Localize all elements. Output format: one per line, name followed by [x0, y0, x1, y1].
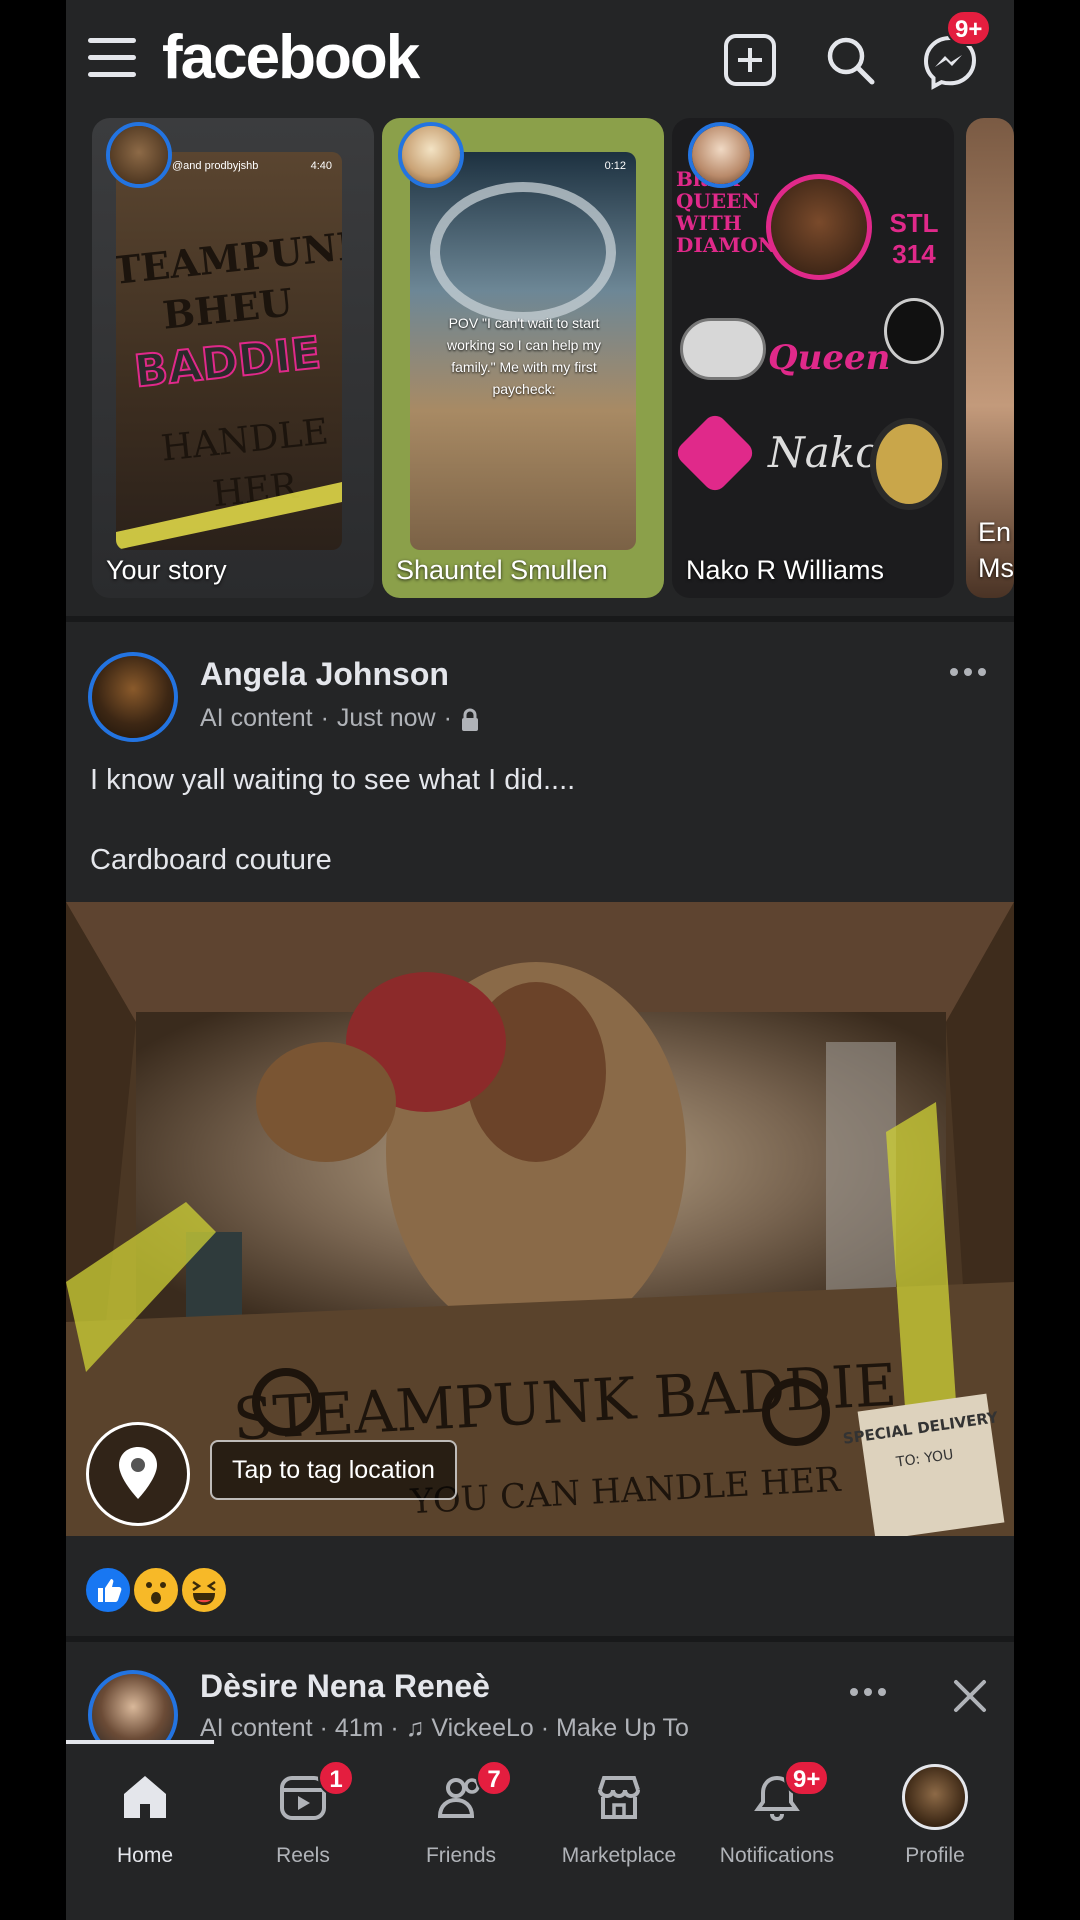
ai-content-label[interactable]: AI content — [200, 704, 313, 733]
story-avatar — [688, 122, 754, 188]
next-post-meta: AI content · 41m · ♫ VickeeLo · Make Up … — [200, 1714, 689, 1742]
like-icon — [84, 1566, 132, 1614]
profile-avatar — [902, 1764, 968, 1830]
svg-text:HANDLE: HANDLE — [159, 411, 330, 469]
story-thumbnail: STEAMPUNK BHEU BADDIE HANDLE HER @and pr… — [116, 152, 342, 550]
post-meta: AI content · Just now · — [200, 704, 480, 733]
tab-friends[interactable]: 7 Friends — [382, 1760, 540, 1902]
story-avatar — [106, 122, 172, 188]
haha-icon — [180, 1566, 228, 1614]
next-post-author-name[interactable]: Dèsire Nena Reneè — [200, 1668, 490, 1705]
svg-text:BHEU: BHEU — [161, 279, 295, 337]
messenger-badge: 9+ — [946, 10, 992, 46]
divider — [66, 1636, 1014, 1642]
stories-row[interactable]: STEAMPUNK BHEU BADDIE HANDLE HER @and pr… — [66, 118, 1014, 606]
tag-location-tooltip[interactable]: Tap to tag location — [210, 1440, 457, 1500]
tab-profile[interactable]: Profile — [856, 1762, 1014, 1902]
story-thumbnail: POV "I can't wait to start working so I … — [410, 152, 636, 550]
lock-icon — [460, 708, 480, 731]
facebook-logo: facebook — [162, 23, 420, 92]
menu-icon[interactable] — [88, 38, 136, 78]
story-avatar — [398, 122, 464, 188]
post-author-avatar[interactable] — [88, 652, 178, 742]
bottom-navigation: Home 1 Reels 7 Friends Marketplace 9+ No… — [66, 1740, 1014, 1920]
wow-icon — [132, 1566, 180, 1614]
story-thumbnail: Black QUEEN WITH DIAMONDS STL 314 Queen … — [672, 168, 954, 538]
location-pin-icon[interactable] — [86, 1422, 190, 1526]
search-icon[interactable] — [824, 34, 876, 86]
tab-marketplace[interactable]: Marketplace — [540, 1762, 698, 1902]
home-icon — [118, 1770, 172, 1824]
story-name: Nako R Williams — [686, 555, 885, 585]
tab-reels[interactable]: 1 Reels — [224, 1760, 382, 1902]
post-time: Just now — [336, 704, 436, 732]
story-name: Shauntel Smullen — [396, 555, 608, 585]
post-author-name[interactable]: Angela Johnson — [200, 656, 449, 693]
divider — [66, 616, 1014, 622]
story-card-your-story[interactable]: STEAMPUNK BHEU BADDIE HANDLE HER @and pr… — [92, 118, 374, 598]
post-image[interactable]: STEAMPUNK BADDIE YOU CAN HANDLE HER SPEC… — [66, 902, 1014, 1536]
post-text: I know yall waiting to see what I did...… — [90, 764, 576, 796]
story-card-shauntel[interactable]: POV "I can't wait to start working so I … — [382, 118, 664, 598]
svg-text:STEAMPUNK: STEAMPUNK — [116, 221, 342, 296]
marketplace-icon — [592, 1770, 646, 1824]
post-text: Cardboard couture — [90, 844, 332, 876]
music-note-icon: ♫ — [405, 1714, 425, 1742]
story-name: Your story — [106, 555, 227, 585]
active-tab-indicator — [66, 1740, 214, 1744]
close-icon[interactable] — [950, 1676, 990, 1716]
story-card-nako[interactable]: Black QUEEN WITH DIAMONDS STL 314 Queen … — [672, 118, 954, 598]
story-card-partial[interactable]: En Ms — [966, 118, 1014, 598]
create-post-icon[interactable] — [724, 34, 776, 86]
svg-text:BADDIE: BADDIE — [132, 327, 323, 397]
more-options-icon[interactable] — [950, 668, 990, 678]
reaction-summary[interactable] — [84, 1566, 228, 1614]
tab-notifications[interactable]: 9+ Notifications — [698, 1760, 856, 1902]
tab-home[interactable]: Home — [66, 1762, 224, 1902]
facebook-app: facebook 9+ STEAMPUNK BHEU BADDIE HANDLE… — [66, 0, 1014, 1920]
top-bar: facebook 9+ — [66, 0, 1014, 118]
more-options-icon[interactable] — [850, 1688, 890, 1698]
